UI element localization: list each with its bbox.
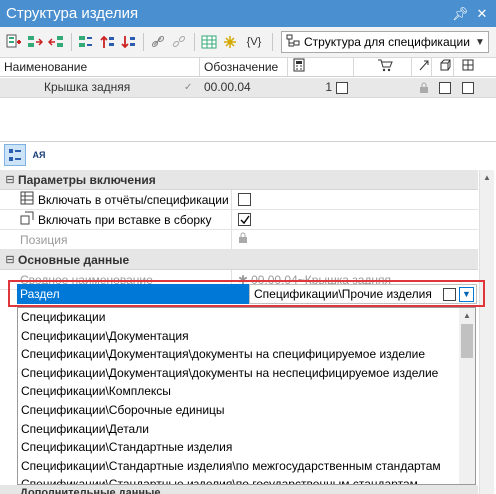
list-item[interactable]: Спецификации\Стандартные изделия [18,438,458,457]
prop-include-reports[interactable]: Включать в отчёты/спецификации те [0,190,478,210]
scroll-thumb[interactable] [461,324,473,358]
list-item[interactable]: Спецификации [18,308,458,327]
column-header-arrow[interactable] [412,58,432,76]
link-icon[interactable] [148,32,168,52]
list-item[interactable]: Спецификации\Документация\документы на н… [18,364,458,383]
toolbar-separator [272,33,273,51]
structure-type-select[interactable]: Структура для спецификации ▼ [281,31,489,53]
cart-icon [377,58,393,76]
scroll-up-icon[interactable]: ▲ [480,170,494,185]
prop-label-cell: Включать в отчёты/спецификации те [0,190,232,209]
group-additional-data[interactable]: Дополнительные данные [0,485,478,494]
categorized-icon[interactable] [4,144,26,166]
list-item[interactable]: Спецификации\Документация [18,327,458,346]
prop-value-cell [232,190,478,209]
row-checkbox-1-cell [434,78,456,97]
row-checkbox-2[interactable] [462,81,474,94]
chevron-down-icon[interactable]: ▼ [472,37,488,48]
property-grid-scrollbar[interactable]: ▲ [479,170,494,494]
prop-label: Включать в отчёты/спецификации те [38,192,232,207]
list-item[interactable]: Спецификации\Документация\документы на с… [18,345,458,364]
window-title: Структура изделия [6,5,139,22]
insert-after-icon[interactable] [25,32,45,52]
row-designation: 00.00.04 [204,80,251,94]
property-sort-bar: АЯ [0,143,496,167]
prop-razdel[interactable]: Раздел Спецификации\Прочие изделия ▼ [17,284,477,304]
lock-icon [414,78,434,97]
row-quantity: 1 [325,80,332,94]
list-item[interactable]: Спецификации\Стандартные изделия\по межг… [18,457,458,476]
unlink-icon[interactable] [169,32,189,52]
close-icon[interactable]: ✕ [474,6,490,22]
row-checkbox-1[interactable] [439,81,451,94]
razdel-label: Раздел [17,284,249,304]
split-icon[interactable] [76,32,96,52]
prop-label: Позиция [0,230,232,249]
structure-grid-header: Наименование Обозначение [0,58,496,77]
razdel-dropdown-list: Спецификации Спецификации\Документация С… [17,307,476,485]
column-header-grid[interactable] [454,58,478,76]
group-main-data[interactable]: ⊟ Основные данные [0,250,478,270]
lock-icon [238,232,248,247]
row-name: Крышка задняя [44,80,131,94]
alphabetical-sort-icon[interactable]: АЯ [28,144,50,166]
row-checkbox-2-cell [456,78,480,97]
row-quantity-cell: 1 [290,78,356,97]
assembly-icon [20,211,34,228]
variables-icon[interactable]: {V} [241,32,267,52]
checkmark-icon: ✓ [184,82,193,93]
group-main-data-title: Основные данные [18,252,130,267]
calculator-icon [292,58,306,76]
collapse-icon[interactable]: ⊟ [2,253,18,266]
razdel-checkbox[interactable] [443,287,456,301]
cube-icon [439,58,451,76]
structure-type-value: Структура для спецификации [304,35,470,49]
list-item[interactable]: Спецификации\Стандартные изделия\по госу… [18,475,458,484]
prop-value-cell [232,210,478,229]
column-header-quantity[interactable] [288,58,354,76]
list-item[interactable]: Спецификации\Сборочные единицы [18,401,458,420]
toolbar-separator [71,33,72,51]
star-icon[interactable] [220,32,240,52]
insert-before-icon[interactable] [46,32,66,52]
prop-position[interactable]: Позиция [0,230,478,250]
prop-include-insert[interactable]: Включать при вставке в сборку [0,210,478,230]
dropdown-scrollbar[interactable]: ▲ [459,308,475,484]
window-title-bar: Структура изделия 📌︎ ✕ [0,0,496,27]
group-inclusion[interactable]: ⊟ Параметры включения [0,170,478,190]
prop-label: Включать при вставке в сборку [38,212,212,227]
column-header-cube[interactable] [432,58,454,76]
column-header-name[interactable]: Наименование [0,58,200,76]
razdel-value: Спецификации\Прочие изделия [254,287,432,301]
table-row[interactable]: Крышка задняя ✓ 00.00.04 1 [0,78,496,98]
collapse-icon[interactable]: ⊟ [2,173,18,186]
prop-value-cell [232,230,478,249]
table-icon[interactable] [199,32,219,52]
prop-label-cell: Включать при вставке в сборку [0,210,232,229]
sort-down-icon[interactable] [118,32,138,52]
add-object-icon[interactable] [4,32,24,52]
row-cart-cell [356,78,414,97]
sort-up-icon[interactable] [97,32,117,52]
row-quantity-checkbox[interactable] [336,81,348,94]
include-reports-checkbox[interactable] [238,193,251,206]
column-header-designation[interactable]: Обозначение [200,58,288,76]
razdel-select[interactable]: Спецификации\Прочие изделия ▼ [249,284,477,304]
panel-divider[interactable] [0,141,496,142]
chevron-down-icon[interactable]: ▼ [459,286,474,302]
table-icon [20,191,34,208]
column-header-cart[interactable] [354,58,412,76]
diagonal-arrow-icon [418,58,430,76]
pin-icon[interactable]: 📌︎ [452,6,469,22]
toolbar-separator [143,33,144,51]
structure-icon [286,34,300,51]
grid-icon [462,58,474,76]
scroll-up-icon[interactable]: ▲ [459,308,475,323]
toolbar-separator [194,33,195,51]
list-item[interactable]: Спецификации\Комплексы [18,382,458,401]
group-inclusion-title: Параметры включения [18,172,156,187]
include-insert-checkbox[interactable] [238,213,251,226]
toolbar: {V} Структура для спецификации ▼ [0,27,496,58]
list-item[interactable]: Спецификации\Детали [18,420,458,439]
